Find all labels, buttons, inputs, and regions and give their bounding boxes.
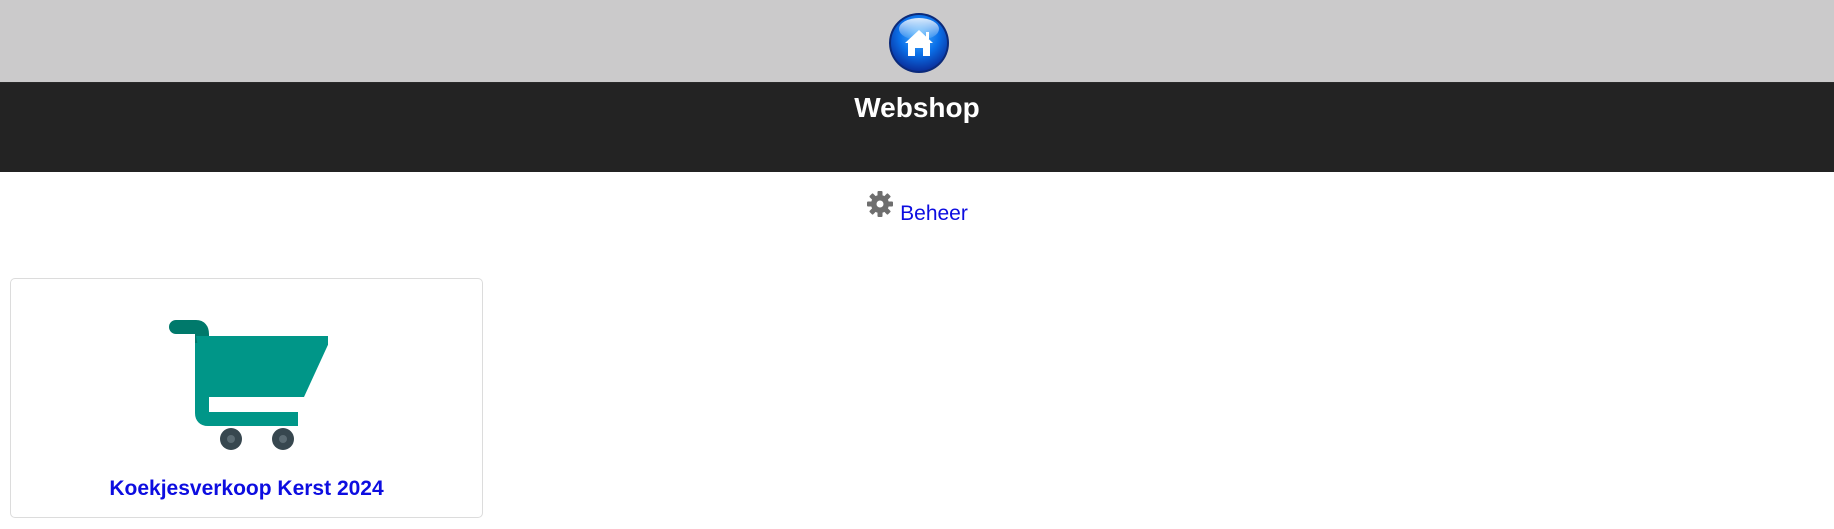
shop-tile-title: Koekjesverkoop Kerst 2024 [109, 477, 384, 500]
page-title: Webshop [854, 92, 980, 123]
home-button[interactable] [888, 12, 950, 74]
shop-list: Koekjesverkoop Kerst 2024 [10, 278, 483, 518]
admin-row: Beheer [0, 191, 1834, 230]
page-header: Webshop [0, 83, 1834, 172]
shopping-cart-icon [169, 320, 328, 450]
shop-tile[interactable]: Koekjesverkoop Kerst 2024 [10, 278, 483, 518]
top-bar [0, 0, 1834, 83]
admin-link-label: Beheer [900, 202, 968, 225]
gear-icon [867, 191, 894, 217]
home-icon [889, 13, 949, 73]
admin-link[interactable]: Beheer [866, 191, 968, 226]
